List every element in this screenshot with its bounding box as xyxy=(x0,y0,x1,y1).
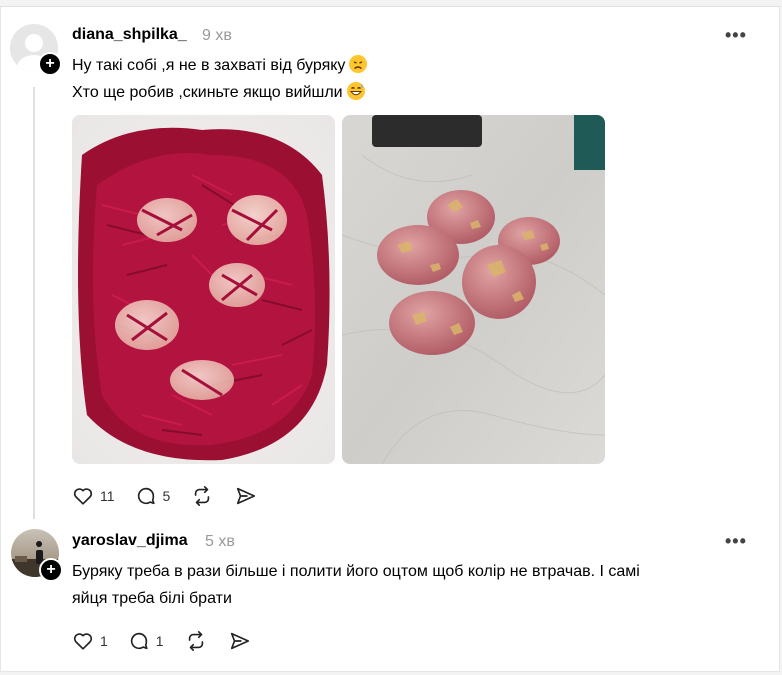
like-count: 1 xyxy=(100,633,108,649)
heart-icon xyxy=(73,488,93,505)
post-actions: 11 5 xyxy=(72,485,278,507)
reply-count: 1 xyxy=(155,633,164,649)
disappointed-face-emoji-icon xyxy=(349,55,368,73)
repost-icon xyxy=(188,631,203,651)
share-icon xyxy=(237,487,256,505)
follow-plus-icon[interactable]: + xyxy=(39,558,63,582)
username[interactable]: diana_shpilka_ xyxy=(72,26,187,44)
more-options-icon[interactable]: ••• xyxy=(725,25,747,46)
reply-button[interactable]: 1 xyxy=(128,630,164,652)
timestamp: 5 хв xyxy=(205,533,235,550)
like-button[interactable]: 11 xyxy=(72,485,115,507)
grated-beets-eggs-image xyxy=(72,115,335,464)
post-actions: 1 1 xyxy=(72,630,272,652)
reply-count: 5 xyxy=(162,488,171,504)
comment-icon xyxy=(137,487,155,505)
post-text-line: Ну такі собі ,я не в захваті від буряку xyxy=(72,52,368,79)
timestamp: 9 хв xyxy=(202,27,232,44)
gold-leaf-pink-eggs-image xyxy=(342,115,605,464)
username[interactable]: yaroslav_djima xyxy=(72,532,188,550)
post-text-line: Хто ще робив ,скиньте якщо вийшли xyxy=(72,79,367,106)
post-text-line: яйця треба білі брати xyxy=(72,590,232,607)
heart-icon xyxy=(73,633,93,650)
more-options-icon[interactable]: ••• xyxy=(725,531,747,552)
grinning-sweat-emoji-icon xyxy=(346,82,365,100)
like-button[interactable]: 1 xyxy=(72,630,108,652)
share-button[interactable] xyxy=(234,485,258,507)
repost-icon xyxy=(195,486,210,506)
repost-button[interactable] xyxy=(184,630,208,652)
post-text: Буряку треба в рази більше і полити його… xyxy=(72,558,640,612)
share-button[interactable] xyxy=(228,630,252,652)
post-text-line: Буряку треба в рази більше і полити його… xyxy=(72,563,640,580)
thread-card: + diana_shpilka_ 9 хв ••• Ну такі собі ,… xyxy=(0,6,780,672)
post-text: Ну такі собі ,я не в захваті від буряку … xyxy=(72,52,368,106)
follow-plus-icon[interactable]: + xyxy=(38,52,62,76)
comment-icon xyxy=(130,632,148,650)
reply-button[interactable]: 5 xyxy=(135,485,171,507)
post-image-eggs[interactable] xyxy=(342,115,605,464)
share-icon xyxy=(230,632,249,650)
like-count: 11 xyxy=(100,488,115,504)
thread-line xyxy=(33,87,35,519)
repost-button[interactable] xyxy=(190,485,214,507)
post-image-beets[interactable] xyxy=(72,115,335,464)
